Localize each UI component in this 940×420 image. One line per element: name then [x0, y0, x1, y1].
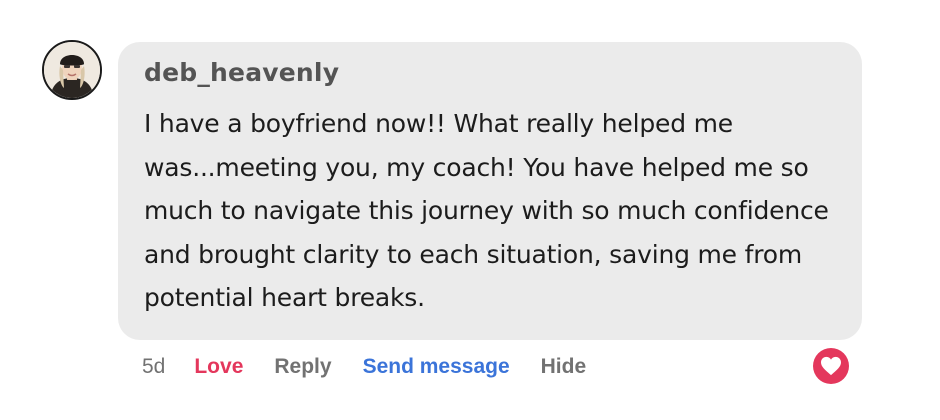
- heart-icon: [821, 356, 841, 376]
- reaction-badge[interactable]: [813, 348, 849, 384]
- comment-author[interactable]: deb_heavenly: [144, 58, 339, 87]
- comment-actions: 5d Love Reply Send message Hide: [142, 352, 586, 382]
- comment-bubble: deb_heavenly I have a boyfriend now!! Wh…: [118, 42, 862, 340]
- comment-timestamp[interactable]: 5d: [142, 355, 165, 379]
- hide-button[interactable]: Hide: [541, 355, 587, 379]
- user-avatar-icon: [44, 42, 100, 98]
- avatar[interactable]: [42, 40, 102, 100]
- love-button[interactable]: Love: [194, 355, 243, 379]
- reply-button[interactable]: Reply: [274, 355, 331, 379]
- comment-container: deb_heavenly I have a boyfriend now!! Wh…: [0, 0, 940, 420]
- send-message-button[interactable]: Send message: [363, 355, 510, 379]
- comment-text: I have a boyfriend now!! What really hel…: [144, 109, 829, 312]
